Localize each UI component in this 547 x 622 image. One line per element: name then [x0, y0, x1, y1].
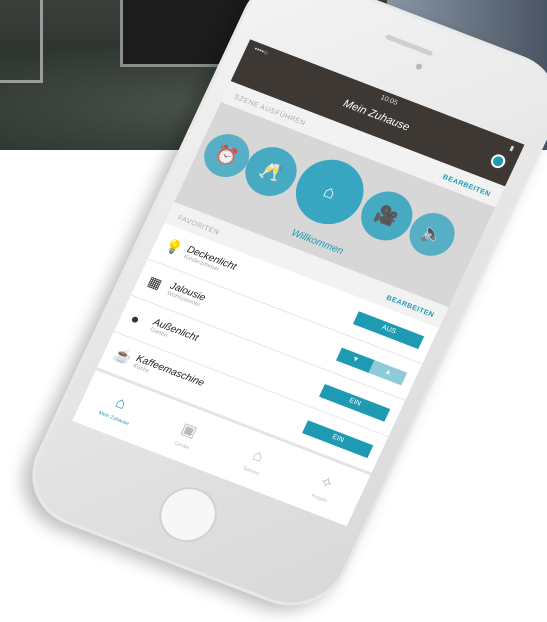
scenes-icon: ⌂ — [249, 446, 267, 466]
home-button[interactable] — [150, 479, 227, 551]
blinds-up-button[interactable]: ▲ — [368, 359, 408, 385]
battery-icon: ▮ — [508, 144, 515, 153]
tab-label: Szenen — [241, 465, 261, 478]
phone-camera — [414, 62, 424, 71]
devices-icon: ▣ — [178, 420, 200, 442]
chair-left — [0, 0, 43, 83]
house-icon: ⌂ — [112, 394, 129, 414]
carrier-signal: ••••○ — [252, 45, 269, 58]
tab-label: Regeln — [310, 492, 328, 505]
blinds-down-button[interactable]: ▼ — [336, 347, 375, 373]
tab-label: Mein Zuhause — [97, 410, 130, 427]
phone-speaker — [384, 33, 434, 57]
rules-icon: ✧ — [316, 473, 336, 494]
status-time: 10:05 — [379, 94, 399, 107]
tab-label: Geräte — [173, 440, 191, 452]
